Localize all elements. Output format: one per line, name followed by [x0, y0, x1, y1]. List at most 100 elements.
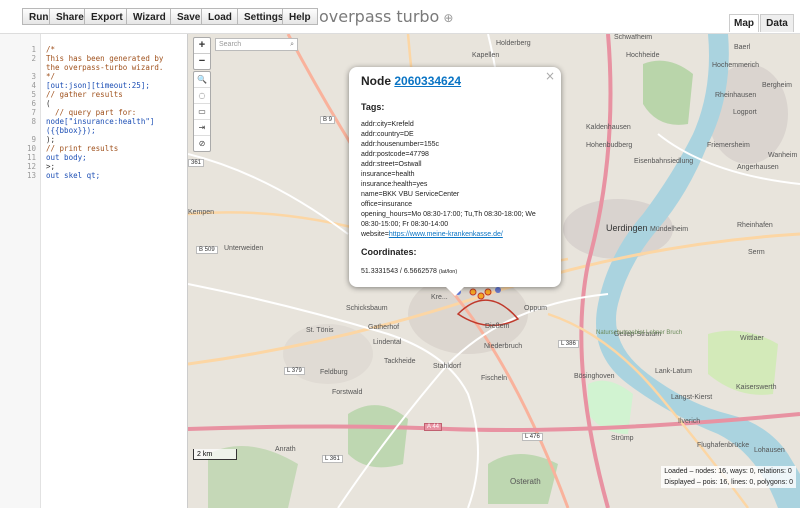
place-label: Holderberg	[496, 40, 531, 47]
code-line: (	[46, 99, 51, 108]
line-number: 8	[31, 117, 36, 126]
website-key: website=	[361, 231, 389, 238]
place-label: Tackheide	[384, 358, 416, 365]
place-label: Langst-Kierst	[671, 394, 713, 401]
place-label: Hochheide	[626, 52, 660, 59]
tag-line: addr:street=Ostwall	[361, 161, 422, 168]
road-label: B 509	[196, 246, 218, 254]
app-title-text: overpass turbo	[319, 7, 440, 26]
popup-tip	[445, 286, 465, 296]
close-icon[interactable]: ×	[545, 69, 555, 83]
popup-title: Node 2060334624	[361, 74, 461, 88]
app-title: overpass turbo ⊕	[319, 7, 453, 26]
road-label: 361	[188, 159, 205, 167]
place-label: Schicksbaum	[346, 305, 388, 312]
place-label: Kaiserswerth	[736, 384, 777, 391]
zoom-to-data-icon[interactable]: 🔍	[194, 72, 210, 88]
layers-icon[interactable]: ▭	[194, 104, 210, 120]
feature-popup: × Node 2060334624 Tags: addr:city=Krefel…	[349, 67, 561, 296]
map-view[interactable]: Holderberg Schwafheim Kapellen Hochheide…	[188, 34, 800, 508]
line-number: 2	[31, 54, 36, 63]
place-label: Dießem	[485, 323, 510, 330]
place-label: Naturschutzgebiet Lohner Bruch	[596, 330, 683, 336]
road-label: L 476	[522, 433, 543, 441]
code-line: the overpass-turbo wizard.	[46, 63, 164, 72]
place-label: Uerdingen	[606, 223, 648, 233]
place-label: Baerl	[734, 44, 751, 51]
line-number: 12	[26, 162, 36, 171]
road-label: B 9	[320, 116, 336, 124]
tag-line: opening_hours=Mo 08:30-17:00; Tu,Th 08:3…	[361, 211, 536, 228]
place-label: Mündelheim	[650, 226, 689, 233]
place-label: Friemersheim	[707, 142, 750, 149]
overpass-logo-icon: ⊕	[443, 11, 454, 25]
clear-icon[interactable]: ⊘	[194, 136, 210, 151]
place-label: Lank-Latum	[655, 368, 692, 375]
line-number: 7	[31, 108, 36, 117]
place-label: Ilverich	[678, 418, 701, 425]
road-label: A 44	[424, 423, 443, 431]
road-label: L 379	[284, 367, 305, 375]
place-label: Rheinhausen	[715, 92, 757, 99]
road-label: L 386	[558, 340, 579, 348]
popup-title-prefix: Node	[361, 74, 395, 88]
export-button[interactable]: Export	[84, 8, 130, 25]
search-placeholder: Search	[219, 41, 242, 48]
code-line: This has been generated by	[46, 54, 164, 63]
query-editor[interactable]: 1 2 3 4 5 6 7 8 9 10 11 12 13 /* This ha…	[0, 34, 188, 508]
code-line: node["insurance:health"]	[46, 117, 155, 126]
place-label: Oppum	[524, 305, 547, 312]
fit-bounds-icon[interactable]: ⇥	[194, 120, 210, 136]
place-label: Logport	[733, 109, 757, 116]
line-number: 1	[31, 45, 36, 54]
line-number: 11	[26, 153, 36, 162]
tab-map[interactable]: Map	[729, 14, 759, 32]
coordinates-text: 51.3331543 / 6.5662578	[361, 268, 437, 275]
place-label: Stahldorf	[433, 363, 462, 370]
map-toolbar: 🔍 ◌ ▭ ⇥ ⊘	[193, 71, 211, 152]
place-label: Angerhausen	[737, 164, 779, 171]
coordinates-unit: (lat/lon)	[438, 269, 458, 275]
website-link[interactable]: https://www.meine-krankenkasse.de/	[389, 231, 503, 238]
place-label: Rheinhafen	[737, 222, 773, 229]
code-line: // query part for:	[46, 108, 137, 117]
line-number: 10	[26, 144, 36, 153]
map-search-input[interactable]: Search ⌕	[215, 38, 298, 51]
coordinates-heading: Coordinates:	[361, 247, 417, 257]
line-number: 3	[31, 72, 36, 81]
code-line: out skel qt;	[46, 171, 101, 180]
load-button[interactable]: Load	[201, 8, 239, 25]
tag-line: office=insurance	[361, 201, 413, 208]
line-number: 9	[31, 135, 36, 144]
code-line: /*	[46, 45, 56, 54]
tab-data[interactable]: Data	[760, 14, 794, 32]
tag-line-website: website=https://www.meine-krankenkasse.d…	[361, 230, 556, 240]
code-line: );	[46, 135, 56, 144]
place-label: Gatherhof	[368, 324, 400, 331]
place-label: Fischeln	[481, 375, 508, 382]
code-line: ({{bbox}});	[46, 126, 96, 135]
place-label: Unterweiden	[224, 245, 264, 252]
place-label: Schwafheim	[614, 34, 653, 41]
code-line: [out:json][timeout:25];	[46, 81, 150, 90]
node-id-link[interactable]: 2060334624	[394, 74, 461, 88]
place-label: Kapellen	[472, 52, 500, 59]
toolbar: Run Share Export Wizard Save Load Settin…	[0, 0, 800, 34]
search-icon: ⌕	[290, 41, 294, 48]
place-label: St. Tönis	[306, 327, 334, 334]
locate-icon[interactable]: ◌	[194, 88, 210, 104]
help-button[interactable]: Help	[282, 8, 318, 25]
code-line: >;	[46, 162, 56, 171]
place-label: Strümp	[611, 435, 634, 442]
tag-line: addr:country=DE	[361, 131, 414, 138]
zoom-in-button[interactable]: +	[194, 38, 210, 54]
line-number: 13	[26, 171, 36, 180]
place-label: Feldburg	[320, 369, 348, 376]
wizard-button[interactable]: Wizard	[126, 8, 173, 25]
place-label: Lohausen	[754, 447, 785, 454]
tag-line: name=BKK VBU ServiceCenter	[361, 191, 460, 198]
code-line: // gather results	[46, 90, 123, 99]
zoom-out-button[interactable]: −	[194, 54, 210, 69]
place-label: Osterath	[510, 477, 541, 486]
code-line: // print results	[46, 144, 119, 153]
